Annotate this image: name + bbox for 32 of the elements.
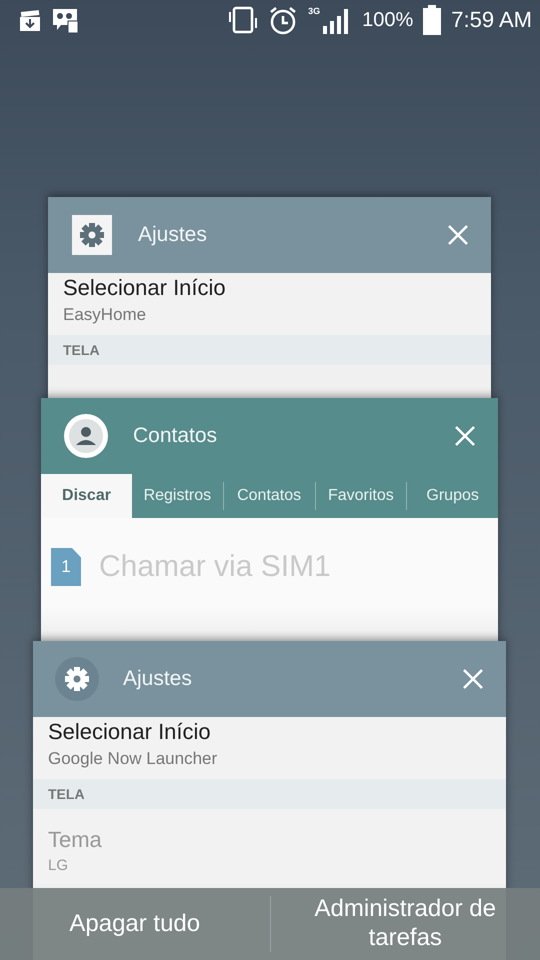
setting-title: Tema: [48, 827, 103, 853]
close-button[interactable]: [454, 425, 476, 447]
tab[interactable]: Discar: [41, 474, 132, 518]
settings-icon: [70, 213, 114, 257]
tab[interactable]: Contatos: [224, 474, 314, 518]
setting-value: LG: [48, 857, 70, 874]
setting-value: EasyHome: [63, 305, 148, 325]
vibrate-icon: [228, 6, 258, 34]
setting-title: Selecionar Início: [63, 275, 227, 301]
tab[interactable]: Favoritos: [316, 474, 406, 518]
sim-card-icon: 1: [51, 548, 81, 586]
app-card[interactable]: Ajustes Selecionar Início EasyHome TELA: [48, 197, 491, 398]
tab[interactable]: Grupos: [407, 474, 498, 518]
app-title: Ajustes: [123, 667, 193, 691]
tab[interactable]: Registros: [132, 474, 223, 518]
app-title: Contatos: [133, 424, 218, 448]
download-icon: [18, 8, 42, 32]
setting-value: Google Now Launcher: [48, 749, 218, 769]
network-type: 3G: [308, 6, 320, 16]
clock: 7:59 AM: [451, 7, 532, 33]
alarm-icon: [268, 5, 298, 35]
section-header: TELA: [33, 779, 506, 809]
voicemail-icon: [52, 7, 78, 33]
close-button[interactable]: [447, 224, 469, 246]
battery-percent: 100%: [362, 8, 414, 32]
battery-icon: [423, 5, 442, 35]
section-header: TELA: [48, 335, 491, 365]
settings-icon: [55, 657, 99, 701]
app-title: Ajustes: [138, 223, 208, 247]
setting-title: Selecionar Início: [48, 719, 212, 745]
contact-avatar-icon: [63, 413, 109, 459]
close-button[interactable]: [462, 668, 484, 690]
